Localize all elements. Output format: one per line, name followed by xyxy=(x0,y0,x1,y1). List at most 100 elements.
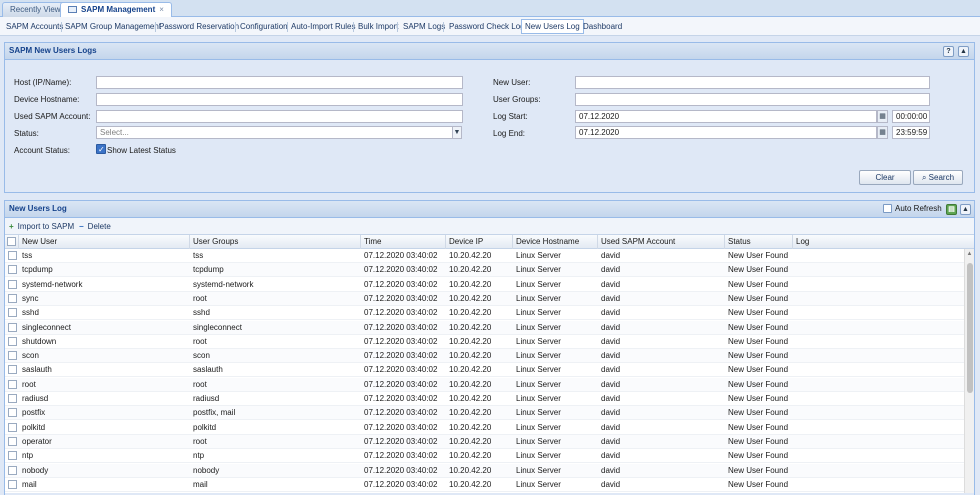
row-checkbox[interactable] xyxy=(8,479,17,489)
help-icon[interactable]: ? xyxy=(943,46,954,57)
nav-password-reservation[interactable]: Password Reservation xyxy=(156,19,242,34)
export-icon[interactable]: ▤ xyxy=(946,204,957,215)
used-account-input[interactable] xyxy=(96,110,463,123)
row-checkbox[interactable] xyxy=(8,351,17,361)
table-row[interactable]: ntp ntp 07.12.2020 03:40:02 10.20.42.20 Linu… xyxy=(5,449,965,464)
table-row[interactable]: scon scon 07.12.2020 03:40:02 10.20.42.20 Li… xyxy=(5,349,965,364)
calendar-icon[interactable]: ▦ xyxy=(877,126,888,139)
host-input[interactable] xyxy=(96,76,463,89)
chevron-down-icon[interactable]: ▼ xyxy=(452,126,462,139)
table-row[interactable]: root root 07.12.2020 03:40:02 10.20.42.20 Li… xyxy=(5,377,965,392)
log-end-time-input[interactable]: 23:59:59 xyxy=(892,126,930,139)
cell-device-ip: 10.20.42.20 xyxy=(449,422,492,432)
nav-separator xyxy=(397,22,398,32)
table-row[interactable]: mail mail 07.12.2020 03:40:02 10.20.42.20 Li… xyxy=(5,478,965,492)
close-icon[interactable]: × xyxy=(159,5,164,14)
row-checkbox[interactable] xyxy=(8,308,17,318)
tab-sapm-management[interactable]: SAPM Management × xyxy=(60,2,172,18)
row-checkbox[interactable] xyxy=(8,336,17,346)
row-checkbox[interactable] xyxy=(8,322,17,332)
row-checkbox[interactable] xyxy=(8,408,17,418)
cell-device-ip: 10.20.42.20 xyxy=(449,351,492,361)
column-header-device-hostname[interactable]: Device Hostname xyxy=(513,235,598,249)
column-header-new-user[interactable]: New User xyxy=(19,235,190,249)
clear-button[interactable]: Clear xyxy=(859,170,911,185)
select-all-checkbox[interactable] xyxy=(7,237,16,246)
nav-password-check-log[interactable]: Password Check Log xyxy=(446,19,528,34)
cell-device-hostname: Linux Server xyxy=(516,479,561,489)
column-header-used-sapm-account[interactable]: Used SAPM Account xyxy=(598,235,725,249)
status-select[interactable]: Select... xyxy=(96,126,453,139)
collapse-icon[interactable]: ▲ xyxy=(960,204,971,215)
row-checkbox[interactable] xyxy=(8,451,17,461)
show-latest-checkbox[interactable] xyxy=(96,144,106,154)
table-row[interactable]: postfix postfix, mail 07.12.2020 03:40:02 1… xyxy=(5,406,965,421)
cell-new-user: shutdown xyxy=(22,336,57,346)
table-row[interactable]: polkitd polkitd 07.12.2020 03:40:02 10.20.4… xyxy=(5,421,965,435)
table-row[interactable]: tss tss 07.12.2020 03:40:02 10.20.42.20 Linu… xyxy=(5,249,965,263)
nav-auto-import-rules[interactable]: Auto-Import Rules xyxy=(288,19,358,34)
table-row[interactable]: shutdown root 07.12.2020 03:40:02 10.20.42.… xyxy=(5,335,965,349)
user-groups-input[interactable] xyxy=(575,93,930,106)
cell-new-user: polkitd xyxy=(22,422,46,432)
nav-sapm-logs[interactable]: SAPM Logs xyxy=(400,19,448,34)
table-row[interactable]: singleconnect singleconnect 07.12.2020 03:… xyxy=(5,320,965,335)
row-checkbox[interactable] xyxy=(8,436,17,446)
table-row[interactable]: systemd-network systemd-network 07.12.2020… xyxy=(5,278,965,292)
row-checkbox[interactable] xyxy=(8,394,17,403)
sub-navigation: SAPM Accounts SAPM Group Management Pass… xyxy=(0,17,980,36)
calendar-icon[interactable]: ▦ xyxy=(877,110,888,123)
table-row[interactable]: operator root 07.12.2020 03:40:02 10.20.42.… xyxy=(5,434,965,449)
table-row[interactable]: nobody nobody 07.12.2020 03:40:02 10.20.42.… xyxy=(5,463,965,478)
scroll-thumb[interactable] xyxy=(967,263,973,393)
column-header-time[interactable]: Time xyxy=(361,235,446,249)
column-header-status[interactable]: Status xyxy=(725,235,793,249)
scroll-up-icon[interactable]: ▲ xyxy=(965,249,974,259)
table-row[interactable]: tcpdump tcpdump 07.12.2020 03:40:02 10.20.4… xyxy=(5,263,965,278)
cell-new-user: systemd-network xyxy=(22,279,83,289)
import-button-label: Import to SAPM xyxy=(17,222,75,231)
log-start-time-input[interactable]: 00:00:00 xyxy=(892,110,930,123)
table-row[interactable]: radiusd radiusd 07.12.2020 03:40:02 10.20.4… xyxy=(5,392,965,406)
cell-device-hostname: Linux Server xyxy=(516,322,561,332)
row-checkbox[interactable] xyxy=(8,422,17,432)
table-row[interactable]: sshd sshd 07.12.2020 03:40:02 10.20.42.20 Li… xyxy=(5,306,965,321)
log-end-date-input[interactable]: 07.12.2020 xyxy=(575,126,877,139)
column-header-device-ip[interactable]: Device IP xyxy=(446,235,513,249)
import-button[interactable]: + Import to SAPM xyxy=(9,220,74,233)
cell-time: 07.12.2020 03:40:02 xyxy=(364,479,438,489)
cell-log xyxy=(793,464,964,478)
tab-recently-view[interactable]: Recently View xyxy=(2,2,69,17)
device-hostname-input[interactable] xyxy=(96,93,463,106)
collapse-icon[interactable]: ▲ xyxy=(958,46,969,57)
nav-dashboard[interactable]: Dashboard xyxy=(580,19,625,34)
select-all-column[interactable] xyxy=(5,235,19,249)
row-checkbox[interactable] xyxy=(8,251,17,260)
vertical-scrollbar[interactable]: ▲ xyxy=(964,249,974,493)
row-checkbox[interactable] xyxy=(8,265,17,275)
table-row[interactable]: saslauth saslauth 07.12.2020 03:40:02 10.20… xyxy=(5,363,965,378)
search-button[interactable]: ⌕ Search xyxy=(913,170,963,185)
column-header-log[interactable]: Log xyxy=(793,235,974,249)
cell-time: 07.12.2020 03:40:02 xyxy=(364,365,438,375)
delete-button[interactable]: − Delete xyxy=(79,220,111,233)
row-checkbox[interactable] xyxy=(8,465,17,475)
row-checkbox[interactable] xyxy=(8,379,17,389)
nav-sapm-group-management[interactable]: SAPM Group Management xyxy=(62,19,164,34)
nav-bulk-import[interactable]: Bulk Import xyxy=(355,19,401,34)
nav-new-users-log[interactable]: New Users Log xyxy=(521,19,584,34)
log-start-date-input[interactable]: 07.12.2020 xyxy=(575,110,877,123)
row-checkbox[interactable] xyxy=(8,279,17,289)
auto-refresh-checkbox[interactable] xyxy=(883,204,892,213)
table-row[interactable]: sync root 07.12.2020 03:40:02 10.20.42.20 Li… xyxy=(5,291,965,306)
nav-configuration[interactable]: Configuration xyxy=(237,19,291,34)
search-button-label: Search xyxy=(928,173,955,182)
cell-log xyxy=(793,378,964,392)
new-user-input[interactable] xyxy=(575,76,930,89)
cell-status: New User Found xyxy=(728,322,789,332)
nav-sapm-accounts[interactable]: SAPM Accounts xyxy=(3,19,66,34)
column-header-user-groups[interactable]: User Groups xyxy=(190,235,361,249)
row-checkbox[interactable] xyxy=(8,293,17,303)
cell-time: 07.12.2020 03:40:02 xyxy=(364,308,438,318)
row-checkbox[interactable] xyxy=(8,365,17,375)
